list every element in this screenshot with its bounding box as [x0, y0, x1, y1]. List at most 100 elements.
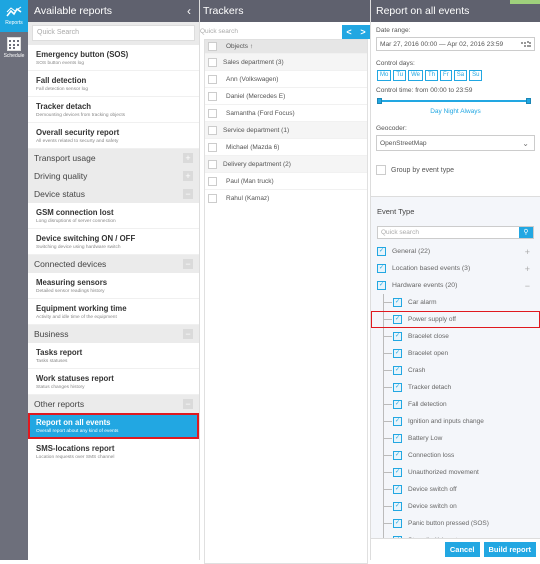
checkbox-checked[interactable]: ✓: [393, 417, 402, 426]
slider-handle-start[interactable]: [377, 98, 382, 104]
event-item[interactable]: ✓ Panic button pressed (SOS): [371, 515, 540, 532]
event-item[interactable]: ✓ Tracker detach: [371, 379, 540, 396]
trackers-search-input[interactable]: Quick search: [200, 25, 342, 39]
tracker-row[interactable]: Michael (Mazda 6): [205, 139, 367, 156]
event-item[interactable]: ✓ Device switch off: [371, 481, 540, 498]
cancel-button[interactable]: Cancel: [444, 542, 480, 557]
category-transport-usage[interactable]: Transport usage +: [28, 149, 199, 167]
checkbox-checked[interactable]: ✓: [377, 247, 386, 256]
event-group[interactable]: ✓ Location based events (3) +: [371, 260, 540, 277]
reports-search-input[interactable]: Quick Search: [32, 25, 195, 41]
report-item[interactable]: Emergency button (SOS) SOS button events …: [28, 45, 199, 71]
preset-day[interactable]: Day: [430, 108, 442, 115]
group-by-event-type[interactable]: Group by event type: [376, 165, 535, 175]
expand-icon[interactable]: +: [183, 171, 193, 181]
expand-icon[interactable]: +: [525, 264, 530, 274]
checkbox-checked[interactable]: ✓: [393, 451, 402, 460]
checkbox-checked[interactable]: ✓: [393, 485, 402, 494]
collapse-icon[interactable]: −: [183, 189, 193, 199]
report-item[interactable]: Device switching ON / OFF Switching devic…: [28, 229, 199, 255]
report-item[interactable]: Tasks report Tasks statuses: [28, 343, 199, 369]
day-toggle[interactable]: Mo: [377, 70, 392, 81]
event-item[interactable]: ✓ Device switch on: [371, 498, 540, 515]
checkbox[interactable]: [208, 194, 217, 203]
day-toggle[interactable]: Sa: [453, 70, 468, 81]
slider-handle-end[interactable]: [526, 98, 531, 104]
group-by-checkbox[interactable]: [376, 165, 386, 175]
category-device-status[interactable]: Device status −: [28, 185, 199, 203]
checkbox[interactable]: [208, 159, 217, 169]
checkbox-checked[interactable]: ✓: [377, 264, 386, 273]
checkbox[interactable]: [208, 176, 217, 186]
checkbox-checked[interactable]: ✓: [393, 315, 402, 324]
collapse-icon[interactable]: −: [525, 281, 530, 291]
day-toggle[interactable]: Fr: [440, 70, 452, 81]
checkbox[interactable]: [208, 125, 217, 135]
tracker-group[interactable]: Sales department (3): [205, 54, 367, 71]
report-item[interactable]: Work statuses report Status changes histo…: [28, 369, 199, 395]
expand-icon[interactable]: +: [525, 247, 530, 257]
search-icon[interactable]: ⚲: [519, 227, 533, 238]
day-toggle[interactable]: Tu: [393, 70, 407, 81]
report-item[interactable]: Fall detection Fall detection sensor log: [28, 71, 199, 97]
report-item[interactable]: Measuring sensors Detailed sensor reading…: [28, 273, 199, 299]
expand-icon[interactable]: +: [183, 153, 193, 163]
trackers-header-row[interactable]: Objects ↑: [205, 40, 367, 54]
event-item[interactable]: ✓ Battery Low: [371, 430, 540, 447]
select-all-checkbox[interactable]: [208, 42, 217, 51]
checkbox[interactable]: [208, 108, 217, 118]
checkbox-checked[interactable]: ✓: [393, 298, 402, 307]
checkbox-checked[interactable]: ✓: [393, 349, 402, 358]
tracker-row[interactable]: Paul (Man truck): [205, 173, 367, 190]
collapse-icon[interactable]: −: [183, 259, 193, 269]
report-item-selected[interactable]: Report on all events Overall report about…: [28, 413, 199, 439]
report-item[interactable]: SMS-locations report Location requests ov…: [28, 439, 199, 464]
checkbox-checked[interactable]: ✓: [393, 400, 402, 409]
day-toggle[interactable]: We: [408, 70, 424, 81]
day-toggle[interactable]: Su: [469, 70, 483, 81]
tracker-row[interactable]: Daniel (Mercedes E): [205, 88, 367, 105]
checkbox-checked[interactable]: ✓: [393, 383, 402, 392]
checkbox[interactable]: [208, 74, 217, 84]
rail-item-reports[interactable]: Reports: [0, 0, 28, 32]
report-item[interactable]: Overall security report All events relate…: [28, 123, 199, 149]
event-search[interactable]: Quick search ⚲: [377, 226, 534, 239]
event-item[interactable]: ✓ Unauthorized movement: [371, 464, 540, 481]
tracker-group[interactable]: Service department (1): [205, 122, 367, 139]
category-business[interactable]: Business −: [28, 325, 199, 343]
collapse-icon[interactable]: −: [183, 329, 193, 339]
event-search-input[interactable]: Quick search: [378, 227, 519, 238]
next-icon[interactable]: >: [360, 27, 365, 37]
tracker-row[interactable]: Rahul (Kamaz): [205, 190, 367, 207]
event-item-selected[interactable]: ✓ Power supply off: [371, 311, 540, 328]
checkbox-checked[interactable]: ✓: [393, 434, 402, 443]
tracker-group[interactable]: Delivery department (2): [205, 156, 367, 173]
tracker-row[interactable]: Samantha (Ford Focus): [205, 105, 367, 122]
category-other-reports[interactable]: Other reports −: [28, 395, 199, 413]
event-item[interactable]: ✓ Bracelet open: [371, 345, 540, 362]
checkbox[interactable]: [208, 142, 217, 152]
event-item[interactable]: ✓ Bracelet close: [371, 328, 540, 345]
event-item[interactable]: ✓ Connection loss: [371, 447, 540, 464]
time-range-slider[interactable]: [377, 98, 534, 104]
prev-icon[interactable]: <: [346, 27, 351, 37]
checkbox-checked[interactable]: ✓: [393, 332, 402, 341]
checkbox-checked[interactable]: ✓: [377, 281, 386, 290]
event-group[interactable]: ✓ General (22) +: [371, 243, 540, 260]
checkbox[interactable]: [208, 91, 217, 101]
event-item[interactable]: ✓ Crash: [371, 362, 540, 379]
checkbox-checked[interactable]: ✓: [393, 502, 402, 511]
preset-night[interactable]: Night: [444, 108, 459, 115]
geocoder-select[interactable]: OpenStreetMap ⌄: [376, 135, 535, 151]
rail-item-schedule[interactable]: Schedule: [0, 32, 28, 64]
checkbox-checked[interactable]: ✓: [393, 366, 402, 375]
chevron-left-icon[interactable]: ‹: [187, 4, 199, 18]
checkbox-checked[interactable]: ✓: [393, 468, 402, 477]
collapse-icon[interactable]: −: [183, 399, 193, 409]
calendar-icon[interactable]: [521, 40, 531, 48]
tracker-row[interactable]: Ann (Volkswagen): [205, 71, 367, 88]
report-item[interactable]: Tracker detach Demounting devices from tr…: [28, 97, 199, 123]
checkbox[interactable]: [208, 57, 217, 67]
checkbox-checked[interactable]: ✓: [393, 519, 402, 528]
objects-column-header[interactable]: Objects ↑: [223, 43, 253, 50]
